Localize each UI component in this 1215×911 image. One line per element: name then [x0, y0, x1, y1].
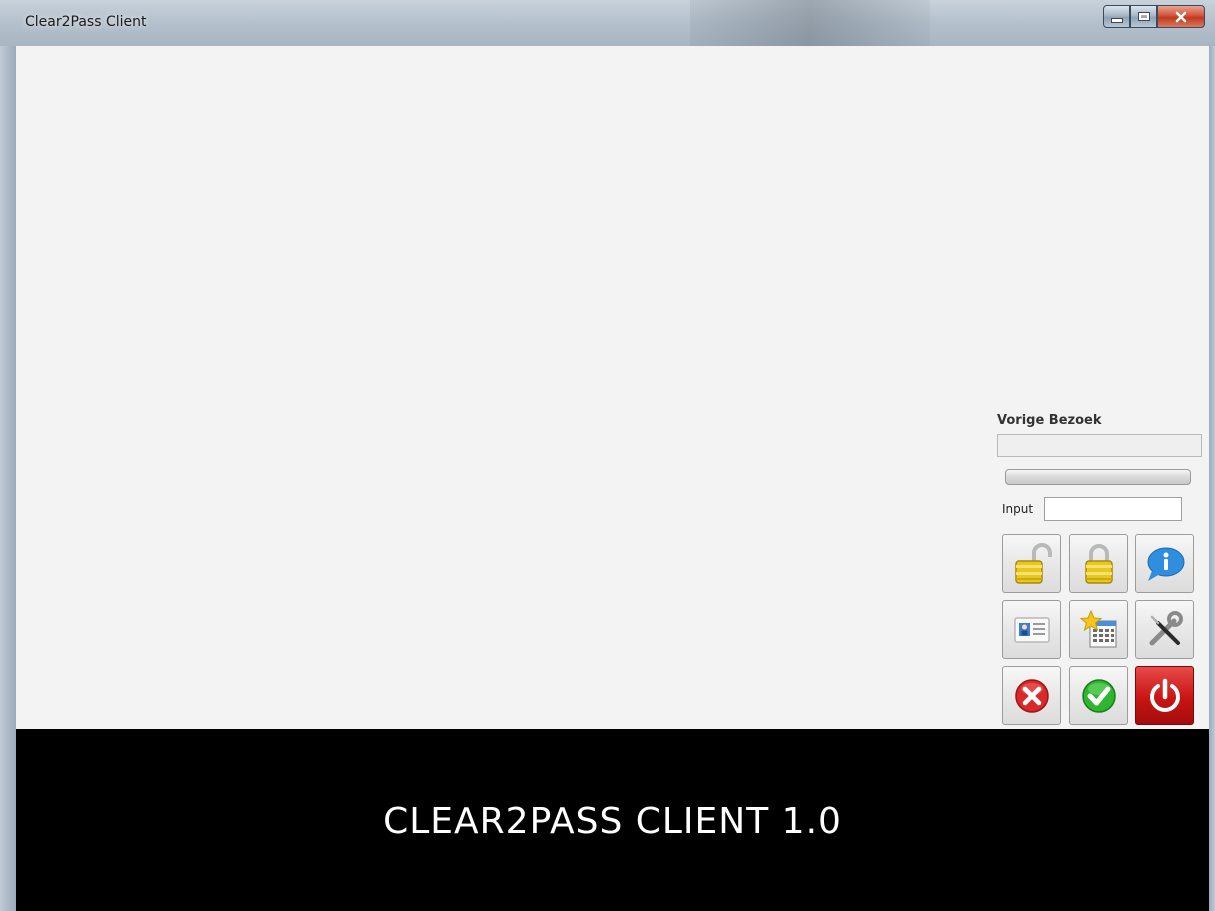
caption-buttons	[1103, 5, 1205, 28]
previous-visit-field	[997, 434, 1202, 457]
minimize-button[interactable]	[1103, 5, 1130, 28]
window-title: Clear2Pass Client	[25, 14, 147, 30]
info-speech-bubble-icon	[1147, 547, 1184, 581]
power-icon	[1149, 678, 1180, 712]
open-padlock-icon	[1014, 542, 1052, 584]
window-frame-left	[0, 46, 16, 911]
closed-padlock-icon	[1084, 543, 1113, 584]
input-label: Input	[1002, 502, 1034, 516]
close-button[interactable]	[1157, 5, 1205, 28]
power-button[interactable]	[1135, 666, 1194, 725]
lock-button[interactable]	[1069, 534, 1128, 593]
confirm-button[interactable]	[1069, 666, 1128, 725]
cancel-button[interactable]	[1002, 666, 1061, 725]
id-card-icon	[1013, 616, 1050, 643]
green-check-circle-icon	[1081, 678, 1116, 713]
window-frame-right	[1209, 46, 1215, 911]
red-x-circle-icon	[1014, 678, 1049, 713]
star-calendar-icon	[1079, 609, 1117, 648]
wrench-screwdriver-icon	[1149, 610, 1183, 645]
footer-banner: CLEAR2PASS CLIENT 1.0	[16, 729, 1209, 911]
footer-title: CLEAR2PASS CLIENT 1.0	[383, 801, 842, 842]
maximize-icon	[1137, 12, 1150, 21]
title-bar[interactable]: Clear2Pass Client	[0, 0, 1215, 46]
maximize-button[interactable]	[1130, 5, 1157, 28]
unlock-button[interactable]	[1002, 534, 1061, 593]
info-button[interactable]	[1135, 534, 1194, 593]
close-icon	[1175, 11, 1187, 22]
id-card-button[interactable]	[1002, 600, 1061, 659]
progress-bar	[1005, 469, 1191, 485]
previous-visit-label: Vorige Bezoek	[997, 413, 1102, 428]
favorites-button[interactable]	[1069, 600, 1128, 659]
minimize-icon	[1110, 18, 1123, 23]
app-window: Clear2Pass Client Vorige Bezoek Input CL…	[0, 0, 1215, 911]
input-field[interactable]	[1044, 497, 1182, 521]
settings-button[interactable]	[1135, 600, 1194, 659]
